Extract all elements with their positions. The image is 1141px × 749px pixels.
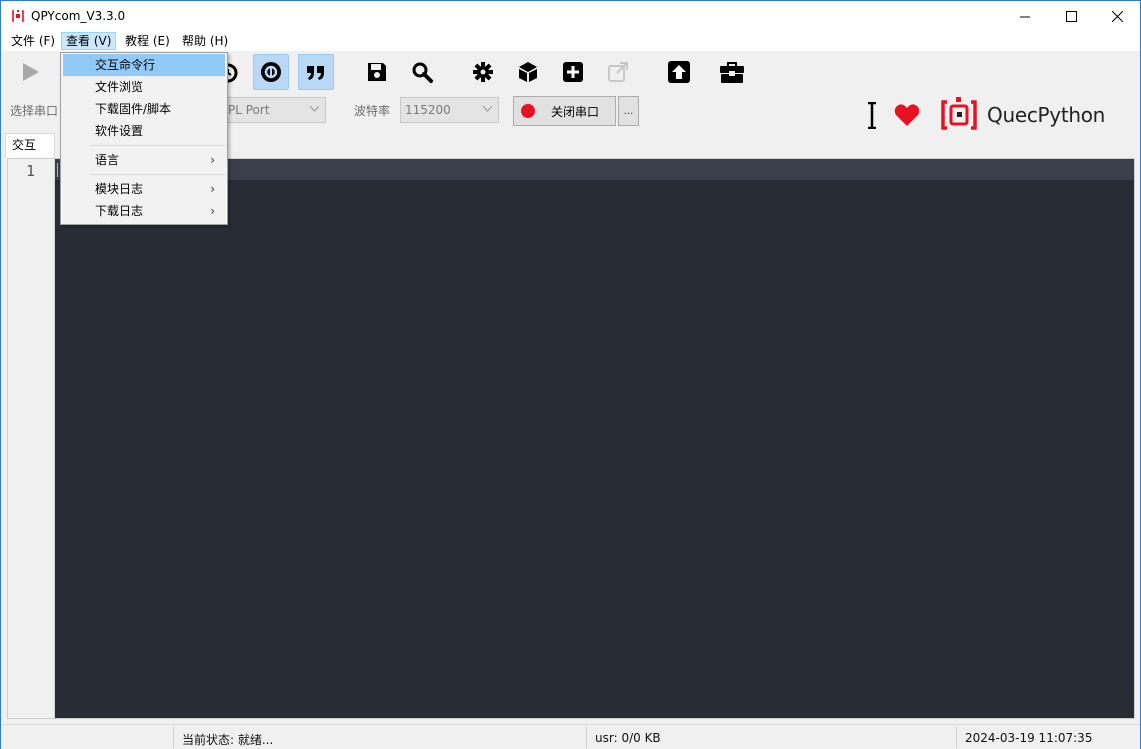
status-bar: 当前状态: 就绪... usr: 0/0 KB 2024-03-19 11:07… xyxy=(1,724,1140,749)
quote-mode-button[interactable] xyxy=(298,54,334,90)
close-port-button[interactable]: 关闭串口 xyxy=(513,96,616,126)
minimize-button[interactable] xyxy=(1002,1,1048,31)
search-icon xyxy=(412,62,433,83)
run-icon xyxy=(23,63,39,81)
plus-icon xyxy=(563,62,583,82)
menu-item-download-log[interactable]: 下载日志 › xyxy=(63,200,225,222)
menu-item-label: 下载日志 xyxy=(95,204,144,218)
text-cursor-icon[interactable] xyxy=(867,102,877,129)
app-logo-icon xyxy=(12,10,24,22)
menu-separator xyxy=(91,145,225,146)
baud-select[interactable]: 115200 xyxy=(400,97,499,123)
menu-item-module-log[interactable]: 模块日志 › xyxy=(63,178,225,200)
settings-icon xyxy=(473,62,493,82)
heart-icon[interactable] xyxy=(894,103,920,127)
menu-tutorial[interactable]: 教程 (E) xyxy=(121,32,174,50)
package-button[interactable] xyxy=(510,54,546,90)
submenu-arrow-icon: › xyxy=(210,182,215,196)
line-gutter: 1 xyxy=(8,159,55,718)
menu-item-label: 语言 xyxy=(95,153,120,167)
save-icon xyxy=(368,63,386,81)
chevron-down-icon xyxy=(310,106,319,112)
menu-item-software-settings[interactable]: 软件设置 xyxy=(63,120,225,142)
maximize-icon xyxy=(1065,10,1077,22)
menu-bar: 文件 (F) 查看 (V) 教程 (E) 帮助 (H) xyxy=(1,31,1140,51)
python-icon xyxy=(261,62,281,82)
menu-item-label: 交互命令行 xyxy=(95,58,156,72)
window-title: QPYcom_V3.3.0 xyxy=(31,9,126,23)
menu-item-label: 下载固件/脚本 xyxy=(95,102,172,116)
upload-button[interactable] xyxy=(661,54,697,90)
chevron-down-icon xyxy=(483,106,492,112)
menu-item-label: 模块日志 xyxy=(95,182,144,196)
menu-item-label: 文件浏览 xyxy=(95,80,144,94)
status-divider xyxy=(586,727,587,748)
status-usr: usr: 0/0 KB xyxy=(595,731,661,745)
title-bar: QPYcom_V3.3.0 xyxy=(1,1,1140,31)
toolbox-button[interactable] xyxy=(714,54,750,90)
brand-text: QuecPython xyxy=(987,103,1106,127)
port-status-indicator xyxy=(521,104,535,118)
menu-item-download-firmware[interactable]: 下载固件/脚本 xyxy=(63,98,225,120)
menu-file[interactable]: 文件 (F) xyxy=(7,32,59,50)
main-window: QPYcom_V3.3.0 文件 (F) 查看 (V) 教程 (E) 帮助 (H… xyxy=(0,0,1141,749)
settings-button[interactable] xyxy=(465,54,501,90)
status-divider xyxy=(956,727,957,748)
submenu-arrow-icon: › xyxy=(210,204,215,218)
menu-help[interactable]: 帮助 (H) xyxy=(178,32,232,50)
upload-icon xyxy=(668,61,690,83)
port-select-value: PL Port xyxy=(228,103,270,117)
menu-item-file-browser[interactable]: 文件浏览 xyxy=(63,76,225,98)
save-button[interactable] xyxy=(359,54,395,90)
more-options-button[interactable]: ... xyxy=(618,96,639,126)
menu-item-interactive-cli[interactable]: 交互命令行 xyxy=(63,54,225,76)
baud-select-value: 115200 xyxy=(405,103,451,117)
menu-view[interactable]: 查看 (V) xyxy=(61,32,117,50)
tab-interactive[interactable]: 交互 xyxy=(5,133,55,158)
add-button[interactable] xyxy=(555,54,591,90)
menu-separator xyxy=(91,174,225,175)
line-number: 1 xyxy=(26,162,36,180)
view-menu-dropdown: 交互命令行 文件浏览 下载固件/脚本 软件设置 语言 › 模块日志 › 下载日志 › xyxy=(60,52,228,225)
toolbox-icon xyxy=(720,62,744,83)
submenu-arrow-icon: › xyxy=(210,153,215,167)
cube-icon xyxy=(519,62,537,82)
port-select[interactable]: PL Port xyxy=(223,97,326,123)
menu-item-language[interactable]: 语言 › xyxy=(63,149,225,171)
quote-icon xyxy=(307,66,324,80)
close-icon xyxy=(1111,10,1123,22)
status-divider xyxy=(173,727,174,748)
external-link-icon xyxy=(608,62,628,82)
baud-label: 波特率 xyxy=(354,104,391,118)
status-state: 当前状态: 就绪... xyxy=(182,733,274,747)
run-button[interactable] xyxy=(12,54,48,90)
close-window-button[interactable] xyxy=(1094,1,1140,31)
minimize-icon xyxy=(1019,16,1030,17)
status-datetime: 2024-03-19 11:07:35 xyxy=(965,731,1093,745)
port-label: 选择串口 xyxy=(10,104,59,118)
python-mode-button[interactable] xyxy=(253,54,289,90)
search-button[interactable] xyxy=(404,54,440,90)
quecpython-logo-icon xyxy=(941,97,977,130)
text-cursor xyxy=(57,163,58,177)
maximize-button[interactable] xyxy=(1048,1,1094,31)
export-button[interactable] xyxy=(600,54,636,90)
repl-editor[interactable]: 1 xyxy=(7,158,1135,719)
menu-item-label: 软件设置 xyxy=(95,124,144,138)
close-port-label: 关闭串口 xyxy=(551,104,600,119)
quecpython-brand: QuecPython xyxy=(939,95,1105,135)
